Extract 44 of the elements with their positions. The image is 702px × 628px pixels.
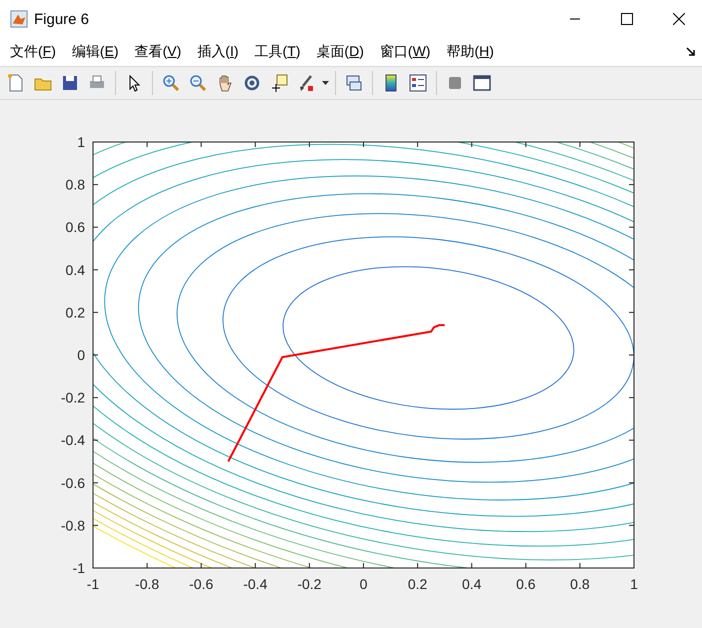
y-tick-label: 1 <box>77 134 85 150</box>
menu-item[interactable]: 工具(T) <box>248 40 306 64</box>
data-tip-icon <box>269 73 289 93</box>
y-tick-label: 0.4 <box>66 262 85 278</box>
window-icon <box>472 73 492 93</box>
x-tick-label: 0.6 <box>516 576 536 592</box>
x-tick-label: -1 <box>86 576 100 592</box>
menu-item[interactable]: 帮助(H) <box>440 40 500 64</box>
y-tick-label: -0.4 <box>60 432 85 448</box>
y-tick-label: -0.6 <box>60 474 85 491</box>
y-tick-label: 0.6 <box>66 219 85 236</box>
menu-item[interactable]: 桌面(D) <box>310 40 370 64</box>
x-tick-label: -0.4 <box>243 576 268 592</box>
close-icon <box>673 13 685 25</box>
y-tick-label: 0 <box>77 347 85 363</box>
menu-item[interactable]: 插入(I) <box>191 40 245 64</box>
x-tick-label: -0.6 <box>189 576 214 592</box>
legend-icon <box>408 73 428 93</box>
y-tick-label: 0.2 <box>66 304 85 320</box>
x-tick-label: -0.2 <box>297 576 322 592</box>
window-title: Figure 6 <box>34 10 90 28</box>
zoom-in-icon <box>161 73 181 93</box>
y-tick-label: -0.8 <box>60 517 85 534</box>
app-logo-icon <box>10 10 28 28</box>
zoom-out-icon <box>188 73 208 93</box>
x-tick-label: -0.8 <box>135 576 160 592</box>
x-tick-label: 0.2 <box>408 576 428 592</box>
y-tick-label: 0.8 <box>66 176 85 193</box>
x-tick-label: 0.4 <box>462 576 482 592</box>
caret-icon <box>322 81 328 85</box>
y-tick-label: -1 <box>72 560 85 576</box>
save-icon <box>60 73 80 93</box>
menu-item[interactable]: 文件(F) <box>4 40 62 64</box>
dock-arrow-icon[interactable] <box>686 47 696 57</box>
x-tick-label: 1 <box>630 576 638 592</box>
menu-item[interactable]: 查看(V) <box>128 40 188 64</box>
x-tick-label: 0 <box>360 576 368 592</box>
linked-plots-icon <box>344 73 364 93</box>
y-tick-label: -0.2 <box>60 390 85 406</box>
x-tick-label: 0.8 <box>570 576 590 592</box>
rotate-icon <box>242 73 262 93</box>
menu-item[interactable]: 编辑(E) <box>66 40 125 64</box>
menu-item[interactable]: 窗口(W) <box>374 40 436 64</box>
maximize-icon <box>621 13 633 25</box>
